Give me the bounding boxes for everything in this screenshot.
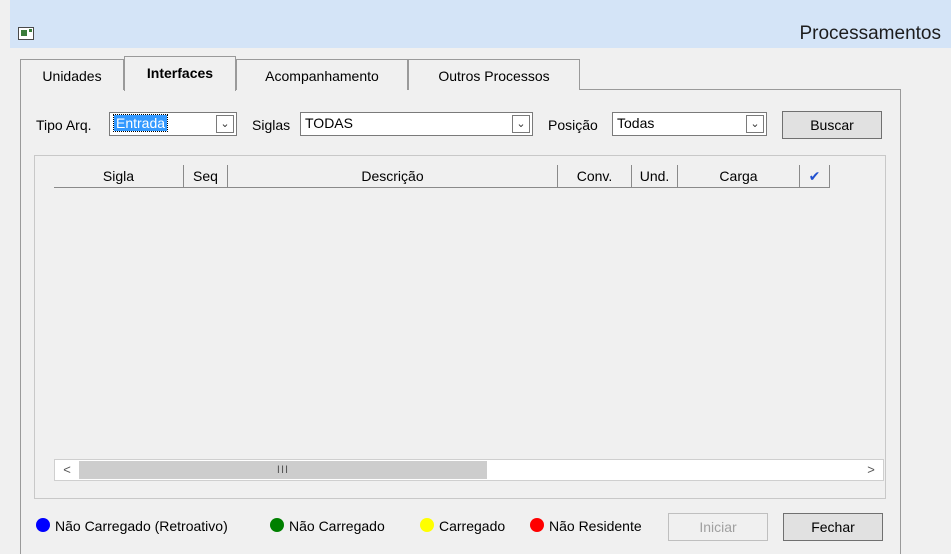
window-title: Processamentos bbox=[799, 23, 941, 44]
chevron-down-icon[interactable]: ⌄ bbox=[746, 115, 764, 133]
col-header-sigla[interactable]: Sigla bbox=[54, 165, 184, 188]
col-header-check[interactable]: ✔ bbox=[800, 165, 830, 188]
col-header-carga[interactable]: Carga bbox=[678, 165, 800, 188]
scroll-right-icon[interactable]: > bbox=[859, 460, 883, 480]
fechar-button[interactable]: Fechar bbox=[783, 513, 883, 541]
blue-circle-icon bbox=[36, 518, 50, 532]
legend-nao-carregado-retroativo: Não Carregado (Retroativo) bbox=[55, 518, 228, 534]
tab-acompanhamento[interactable]: Acompanhamento bbox=[236, 59, 408, 90]
tipo-arq-label: Tipo Arq. bbox=[36, 117, 92, 133]
posicao-select[interactable]: Todas ⌄ bbox=[612, 112, 767, 136]
legend-carregado: Carregado bbox=[439, 518, 506, 534]
results-grid[interactable] bbox=[34, 155, 886, 499]
col-header-seq[interactable]: Seq bbox=[184, 165, 228, 188]
app-window-icon[interactable] bbox=[18, 27, 34, 40]
chevron-down-icon[interactable]: ⌄ bbox=[216, 115, 234, 133]
tab-strip: Unidades Interfaces Acompanhamento Outro… bbox=[20, 56, 900, 91]
col-header-conv[interactable]: Conv. bbox=[558, 165, 632, 188]
buscar-button[interactable]: Buscar bbox=[782, 111, 882, 139]
iniciar-button[interactable]: Iniciar bbox=[668, 513, 768, 541]
legend-nao-carregado: Não Carregado bbox=[289, 518, 385, 534]
tipo-arq-value: Entrada bbox=[112, 114, 169, 132]
siglas-label: Siglas bbox=[252, 117, 291, 133]
green-circle-icon bbox=[270, 518, 284, 532]
posicao-label: Posição bbox=[548, 117, 598, 133]
posicao-value: Todas bbox=[617, 115, 655, 131]
col-header-descricao[interactable]: Descrição bbox=[228, 165, 558, 188]
tab-interfaces[interactable]: Interfaces bbox=[124, 56, 236, 91]
col-header-und[interactable]: Und. bbox=[632, 165, 678, 188]
yellow-circle-icon bbox=[420, 518, 434, 532]
chevron-down-icon[interactable]: ⌄ bbox=[512, 115, 530, 133]
siglas-select[interactable]: TODAS ⌄ bbox=[300, 112, 533, 136]
horizontal-scrollbar[interactable]: < III > bbox=[54, 459, 884, 481]
red-circle-icon bbox=[530, 518, 544, 532]
scroll-thumb[interactable]: III bbox=[79, 461, 487, 479]
legend-nao-residente: Não Residente bbox=[549, 518, 642, 534]
tipo-arq-select[interactable]: Entrada ⌄ bbox=[109, 112, 237, 136]
grid-header: Sigla Seq Descrição Conv. Und. Carga ✔ bbox=[54, 165, 834, 188]
scroll-left-icon[interactable]: < bbox=[55, 460, 79, 480]
tab-outros-processos[interactable]: Outros Processos bbox=[408, 59, 580, 90]
siglas-value: TODAS bbox=[305, 115, 353, 131]
tab-unidades[interactable]: Unidades bbox=[20, 59, 124, 90]
